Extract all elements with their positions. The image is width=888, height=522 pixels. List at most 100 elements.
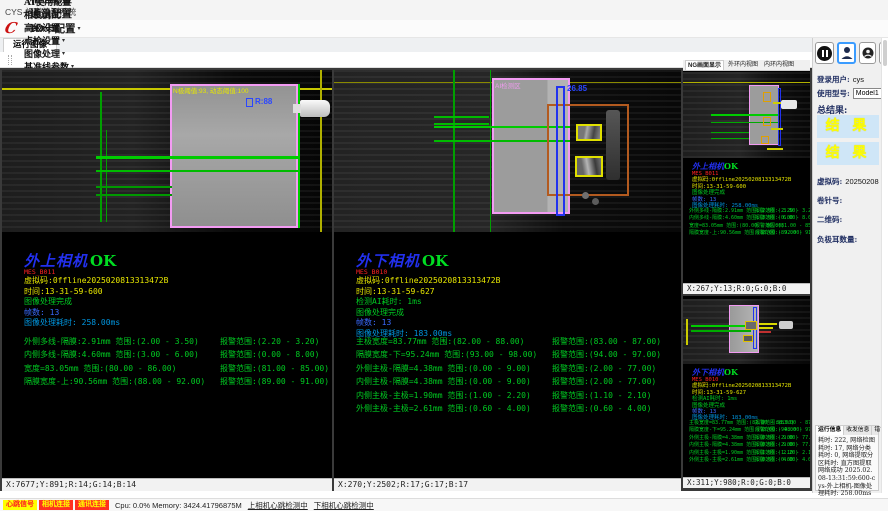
blue-measure-rect <box>778 88 781 146</box>
measure-line-green-2 <box>691 330 751 332</box>
preview-tabs: NG画面显示外环内视图内环内视图 <box>683 60 810 71</box>
tab-detect-box-3 <box>761 136 769 144</box>
pixel-coords-upper: X:7677;Y:891;R:14;G:14;B:14 <box>2 478 332 491</box>
measurement-row: 外侧主极-主极=2.61mm 范围:(0.60 - 4.00)报警范围:(0.6… <box>689 457 810 464</box>
edge-line-green-v2 <box>490 70 491 232</box>
lower-camera-heartbeat[interactable]: 下相机心跳检测中 <box>314 500 374 511</box>
time-line: 时间:13-31-59-627 <box>356 287 500 298</box>
tab-detect-box-2 <box>743 335 753 342</box>
scrollbar-thumb[interactable] <box>883 40 887 66</box>
toolbar-item[interactable]: 相机调试 <box>24 8 74 21</box>
side-panel: 登录用户: cys 使用型号: 总结果: 结 果结 果 虚拟码: 2025020… <box>812 38 888 493</box>
login-user-label: 登录用户: <box>817 74 850 85</box>
pause-icon <box>817 46 832 61</box>
result-readout-lower: 外下相机OK MES_B010 虚拟码:0ffline2025020813313… <box>356 253 500 339</box>
tab-count-label: 负极耳数量: <box>817 234 857 245</box>
model-row: 使用型号: <box>817 88 888 99</box>
side-scrollbar[interactable] <box>881 38 888 493</box>
blue-measure-rect <box>556 86 565 216</box>
measurement-row: 外侧主极-主极=2.61mm 范围:(0.60 - 4.00)报警范围:(0.6… <box>356 402 661 415</box>
tab-count-row: 负极耳数量: <box>817 234 857 245</box>
virtual-code-line: 虚拟码:0ffline2025020813313472B <box>24 276 168 287</box>
measurement-row: 隔膜宽度-下=95.24mm 范围:(93.00 - 98.00)报警范围:(9… <box>356 348 661 361</box>
toolbar-item[interactable]: AI使用配置 <box>24 0 74 8</box>
baseline-yellow-v <box>686 319 688 345</box>
edge-line-green-v1 <box>453 70 455 232</box>
status-ok: OK <box>422 252 448 270</box>
login-user-row: 登录用户: cys <box>817 74 864 85</box>
cpu-memory-status: Cpu: 0.0% Memory: 3424.41796875M <box>115 501 242 510</box>
camera-panel-lower: AI检测区 26.85 外下相机OK MES_B010 虚拟码:0ffline2… <box>334 70 681 491</box>
baseline-yellow-h <box>683 82 810 83</box>
virtual-code-line: 虚拟码:0ffline2025020813313472B <box>692 383 791 389</box>
ai-area-label: AI检测区 <box>495 80 521 90</box>
measurement-row: 外侧主极-隔膜=4.38mm 范围:(0.00 - 9.00)报警范围:(2.0… <box>356 362 661 375</box>
edge-line-green-v2 <box>106 130 107 222</box>
frames-line: 帧数: 13 <box>24 308 168 319</box>
measurement-row: 隔膜宽度-下=95.24mm 范围:(93.00 - 98.00)报警范围:(9… <box>689 427 810 434</box>
login-user-value: cys <box>853 75 864 84</box>
preview-measurements-lower: 主极宽度=83.77mm 范围:(82.00 - 88.00)报警范围:(83.… <box>689 420 810 464</box>
blue-overlay-label: R:88 <box>255 97 272 106</box>
window-titlebar: CYS-视觉检测系统 <box>0 0 888 20</box>
preview-readout-upper: 外上相机OK MES_B011 虚拟码:0ffline2025020813313… <box>692 162 791 209</box>
measure-line-green-1 <box>711 114 779 116</box>
tab-detect-box-1 <box>576 124 602 141</box>
camera-image-upper[interactable]: N极阈值:93, 动态阈值:100 R:88 <box>2 70 332 232</box>
camera-title: 外上相机OK <box>24 253 168 269</box>
log-tab[interactable]: 运行信息 <box>816 426 844 435</box>
virtual-code-label: 虚拟码: <box>817 176 842 187</box>
pixel-coords-preview-upper: X:267;Y:13;R:0;G:0;B:0 <box>683 283 810 294</box>
frames-line: 帧数: 13 <box>356 318 500 329</box>
preview-image-lower[interactable] <box>683 299 810 364</box>
measurement-row: 内侧多线-隔膜:4.60mm 范围:(3.00 - 6.00)报警范围:(0.0… <box>689 215 810 222</box>
measurement-row: 内侧主极-隔膜=4.38mm 范围:(0.00 - 9.00)报警范围:(2.0… <box>689 442 810 449</box>
measure-line-green-1 <box>96 156 300 159</box>
connector-blob <box>781 100 797 109</box>
tab-detect-box-1 <box>745 321 757 330</box>
preview-tab[interactable]: NG画面显示 <box>685 60 724 70</box>
virtual-code-row: 虚拟码: 20250208 <box>817 176 879 187</box>
measurement-row: 隔膜宽度-上:90.56mm 范围:(88.00 - 92.00)报警范围:(8… <box>24 375 329 388</box>
preview-tab[interactable]: 外环内视图 <box>726 60 760 70</box>
log-panel: 运行信息收发信息错误信息 耗时: 222, 网络检图耗时: 17, 网络分类耗时… <box>815 425 879 491</box>
measurement-row: 宽度=83.05mm 范围:(80.00 - 86.00)报警范围:(81.00… <box>24 362 329 375</box>
measurement-row: 外侧多线-隔膜:2.91mm 范围:(2.00 - 3.50)报警范围:(2.2… <box>24 335 329 348</box>
mes-line: MES_B011 <box>24 269 168 276</box>
measure-line-green-4 <box>96 194 172 196</box>
toolbar-item[interactable]: 高级设置 <box>24 21 74 34</box>
toolbar-grip-icon[interactable] <box>8 55 12 65</box>
pixel-coords-lower: X:270;Y:2502;R:17;G:17;B:17 <box>334 478 681 491</box>
app-window: CYS-视觉检测系统 C 系统配置相机配置通讯配置IO卡配置▾光源控制配置▾查看… <box>0 0 888 522</box>
measurement-row: 内侧主极-主极=1.90mm 范围:(1.00 - 2.20)报警范围:(1.1… <box>689 450 810 457</box>
tab-detect-box-1 <box>763 92 771 102</box>
bolt-head-1 <box>582 192 589 199</box>
pixel-coords-preview-lower: X:311;Y:980;R:0;G:0;B:0 <box>683 477 810 488</box>
camera-image-lower[interactable]: AI检测区 26.85 <box>334 70 681 232</box>
tiny-label-smudge-2 <box>759 327 773 329</box>
pause-button[interactable] <box>815 42 834 64</box>
toolbar-item[interactable]: 点检设置▾ <box>24 34 74 47</box>
tiny-label-smudge-3 <box>759 331 771 333</box>
dropdown-arrow-icon: ▾ <box>62 50 65 57</box>
upper-camera-heartbeat[interactable]: 上相机心跳检测中 <box>248 500 308 511</box>
status-badge: 通讯连接 <box>75 500 109 510</box>
tiny-label-smudge-1 <box>759 323 777 325</box>
qr-code-label: 二维码: <box>817 214 842 225</box>
preview-readout-lower: 外下相机OK MES_B010 虚拟码:0ffline2025020813313… <box>692 368 791 422</box>
preview-tab[interactable]: 内环内视图 <box>762 60 796 70</box>
connector-tail <box>293 104 301 113</box>
ai-elapsed-line: 检测AI耗时: 1ms <box>356 297 500 308</box>
result-boxes: 结 果结 果 <box>817 115 879 165</box>
preview-panel-upper: NG画面显示外环内视图内环内视图 外上相机OK MES_B011 虚拟码:0ff… <box>683 60 810 294</box>
measure-dash-green-1 <box>434 116 489 118</box>
qr-code-row: 二维码: <box>817 214 842 225</box>
measurement-list-upper: 外侧多线-隔膜:2.91mm 范围:(2.00 - 3.50)报警范围:(2.2… <box>24 335 329 389</box>
measure-line-green-2 <box>96 170 300 172</box>
preview-image-upper[interactable] <box>683 72 810 158</box>
account-button[interactable] <box>859 42 876 64</box>
log-tab[interactable]: 收发信息 <box>844 426 872 435</box>
threshold-overlay-label: N极阈值:93, 动态阈值:100 <box>173 85 249 95</box>
operator-mode-button[interactable] <box>837 42 856 64</box>
toolbar-item[interactable]: 图像处理▾ <box>24 47 74 60</box>
